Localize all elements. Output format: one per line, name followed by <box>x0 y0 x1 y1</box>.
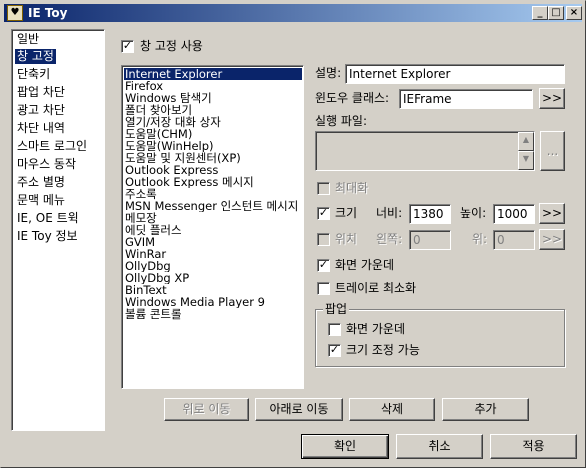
window-title: IE Toy <box>28 6 68 20</box>
position-checkbox[interactable] <box>317 233 330 246</box>
window-class-pick-button[interactable]: >> <box>539 88 565 109</box>
nav-item-mouse-gesture[interactable]: 마우스 동작 <box>15 157 78 172</box>
maximize-button[interactable]: □ <box>548 6 564 20</box>
delete-button[interactable]: 삭제 <box>349 398 435 421</box>
nav-item-smart-login[interactable]: 스마트 로그인 <box>15 139 89 154</box>
list-item[interactable]: Internet Explorer <box>124 68 302 80</box>
nav-item-context-menu[interactable]: 문맥 메뉴 <box>15 193 67 208</box>
list-item[interactable]: 폴더 찾아보기 <box>124 104 302 116</box>
list-item[interactable]: BinText <box>124 284 302 296</box>
description-field[interactable]: Internet Explorer <box>345 64 565 84</box>
top-field[interactable]: 0 <box>493 230 535 250</box>
apply-button[interactable]: 적용 <box>490 434 577 459</box>
list-item[interactable]: 에딧 플러스 <box>124 224 302 236</box>
list-item[interactable]: Windows Media Player 9 <box>124 296 302 308</box>
ok-button[interactable]: 확인 <box>301 434 389 459</box>
close-button[interactable]: × <box>566 6 582 20</box>
list-item[interactable]: 도움말 및 지원센터(XP) <box>124 152 302 164</box>
move-down-button[interactable]: 아래로 이동 <box>255 398 343 421</box>
nav-item-ie-oe-tweak[interactable]: IE, OE 트윅 <box>15 211 81 226</box>
left-field[interactable]: 0 <box>409 230 451 250</box>
size-checkbox[interactable]: ✓ <box>317 207 330 220</box>
height-field[interactable]: 1000 <box>493 204 535 224</box>
maximize-label: 최대화 <box>335 181 369 195</box>
list-item[interactable]: 주소록 <box>124 188 302 200</box>
scroll-down-arrow-icon[interactable]: ▼ <box>518 151 534 170</box>
program-list[interactable]: Internet Explorer Firefox Windows 탐색기 폴더… <box>121 65 304 389</box>
nav-item-address-alias[interactable]: 주소 별명 <box>15 175 67 190</box>
size-pick-button[interactable]: >> <box>539 203 565 224</box>
top-label: 위: <box>472 232 488 246</box>
list-item[interactable]: WinRar <box>124 248 302 260</box>
list-item[interactable]: GVIM <box>124 236 302 248</box>
nav-item-fix-window[interactable]: 창 고정 <box>14 48 57 65</box>
list-item[interactable]: Windows 탐색기 <box>124 92 302 104</box>
fix-window-enable-checkbox[interactable]: ✓ <box>121 40 134 53</box>
nav-item-about[interactable]: IE Toy 정보 <box>15 229 80 244</box>
executable-field[interactable] <box>315 131 535 171</box>
scroll-up-arrow-icon[interactable]: ▲ <box>518 132 534 151</box>
executable-browse-button[interactable]: ... <box>540 131 565 171</box>
popup-group-title: 팝업 <box>323 302 350 316</box>
nav-item-ad-block[interactable]: 광고 차단 <box>15 103 67 118</box>
position-pick-button[interactable]: >> <box>539 229 565 250</box>
list-item[interactable]: 볼륨 콘트롤 <box>124 308 302 320</box>
minimize-to-tray-checkbox[interactable] <box>317 282 330 295</box>
settings-nav-list[interactable]: 일반 창 고정 단축키 팝업 차단 광고 차단 차단 내역 스마트 로그인 마우… <box>11 29 105 431</box>
list-item[interactable]: Outlook Express <box>124 164 302 176</box>
nav-item-block-history[interactable]: 차단 내역 <box>15 121 67 136</box>
app-icon: ♥ <box>7 5 23 21</box>
screen-center-label: 화면 가운데 <box>335 258 395 272</box>
move-up-button[interactable]: 위로 이동 <box>164 398 249 421</box>
list-item[interactable]: Outlook Express 메시지 <box>124 176 302 188</box>
position-label: 위치 <box>335 232 358 246</box>
list-item[interactable]: 열기/저장 대화 상자 <box>124 116 302 128</box>
ietoy-window: ♥ IE Toy _ □ × 일반 창 고정 단축키 팝업 차단 광고 차단 차… <box>0 0 586 468</box>
add-button[interactable]: 추가 <box>442 398 529 421</box>
window-class-label: 윈도우 클래스: <box>315 91 390 105</box>
list-item[interactable]: 도움말(CHM) <box>124 128 302 140</box>
nav-item-popup-block[interactable]: 팝업 차단 <box>15 85 67 100</box>
nav-item-general[interactable]: 일반 <box>15 32 41 47</box>
popup-groupbox <box>315 309 565 367</box>
list-item[interactable]: OllyDbg XP <box>124 272 302 284</box>
minimize-to-tray-label: 트레이로 최소화 <box>335 281 417 295</box>
screen-center-checkbox[interactable]: ✓ <box>317 259 330 272</box>
list-item[interactable]: 도움말(WinHelp) <box>124 140 302 152</box>
popup-center-label: 화면 가운데 <box>346 322 406 336</box>
list-item[interactable]: 메모장 <box>124 212 302 224</box>
window-class-field[interactable]: IEFrame <box>399 89 533 109</box>
list-item[interactable]: Firefox <box>124 80 302 92</box>
maximize-checkbox[interactable] <box>317 182 330 195</box>
left-label: 왼쪽: <box>376 232 403 246</box>
executable-label: 실행 파일: <box>315 114 368 128</box>
minimize-button[interactable]: _ <box>532 6 548 20</box>
list-item[interactable]: MSN Messenger 인스턴트 메시지 <box>124 200 302 212</box>
list-item[interactable]: OllyDbg <box>124 260 302 272</box>
title-bar[interactable]: ♥ IE Toy _ □ × <box>4 4 582 22</box>
width-label: 너비: <box>376 206 403 220</box>
size-label: 크기 <box>335 206 358 220</box>
width-field[interactable]: 1380 <box>409 204 451 224</box>
height-label: 높이: <box>460 206 487 220</box>
cancel-button[interactable]: 취소 <box>396 434 483 459</box>
description-label: 설명: <box>315 66 342 80</box>
popup-resizable-label: 크기 조정 가능 <box>346 343 420 357</box>
nav-item-shortcut[interactable]: 단축키 <box>15 67 52 82</box>
popup-center-checkbox[interactable] <box>328 323 341 336</box>
fix-window-enable-label: 창 고정 사용 <box>140 39 203 53</box>
popup-resizable-checkbox[interactable]: ✓ <box>328 344 341 357</box>
